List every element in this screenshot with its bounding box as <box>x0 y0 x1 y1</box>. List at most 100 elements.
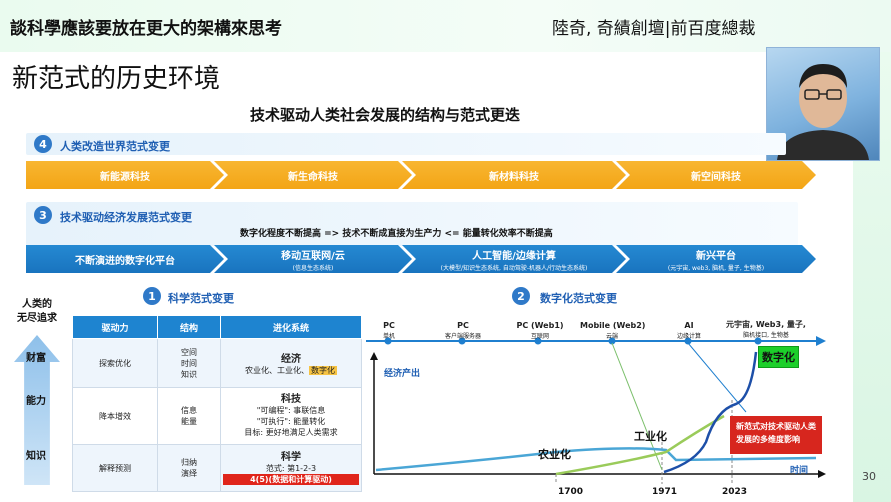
chevron-label: 人工智能/边缘计算 <box>472 250 556 262</box>
connector-line <box>611 342 663 471</box>
era-sub: 客户端服务器 <box>444 333 481 340</box>
era-label-pc-client: PC 客户端服务器 <box>432 321 494 340</box>
chevron-sublabel: (大模型/知识生态系统, 自动驾驶-机器人/行动生态系统) <box>440 264 588 272</box>
section-3-note: 数字化程度不断提高 => 技术不断成直接为生产力 <= 能量转化效率不断提高 <box>240 229 553 239</box>
evolution-main: 科技 <box>281 394 301 405</box>
chevron-new-life: 新生命科技 <box>214 161 412 189</box>
header-title: 談科學應該要放在更大的架構來思考 <box>10 19 282 39</box>
chevron-label: 新空间科技 <box>691 171 741 183</box>
series-label-agriculture: 农业化 <box>538 448 571 461</box>
diagram-title: 技术驱动人类社会发展的结构与范式更迭 <box>249 106 520 124</box>
chevron-new-materials: 新材料科技 <box>402 161 626 189</box>
section-2-title: 数字化范式变更 <box>540 292 617 305</box>
header-author: 陸奇, 奇績創壇|前百度總裁 <box>552 19 756 39</box>
side-word-knowledge: 知识 <box>26 451 46 462</box>
structure-item: 演绎 <box>181 469 197 478</box>
chevron-label: 新材料科技 <box>489 171 539 183</box>
column-header: 进化系统 <box>220 315 362 339</box>
era-label-web1: PC (Web1) 互联网 <box>512 321 568 340</box>
era-name: PC (Web1) <box>516 321 564 330</box>
evolution-line: "可编程": 事联信息 <box>256 406 326 415</box>
section-4-number: 4 <box>34 135 52 153</box>
evolution-line: 农业化、工业化、 <box>245 366 309 375</box>
section-4-title: 人类改造世界范式变更 <box>60 140 170 153</box>
digital-curve <box>663 351 758 474</box>
section-3-title: 技术驱动经济发展范式变更 <box>60 211 192 224</box>
chevron-label: 新生命科技 <box>288 171 338 183</box>
structure-cell: 归纳 演绎 <box>157 444 221 492</box>
era-name: PC <box>457 321 469 330</box>
column-header: 结构 <box>157 315 221 339</box>
era-name: Mobile (Web2) <box>580 321 646 330</box>
side-title-line: 无尽追求 <box>17 313 57 324</box>
chevron-label: 新能源科技 <box>100 171 150 183</box>
structure-cell: 空间 时间 知识 <box>157 338 221 388</box>
era-timeline-arrow <box>816 336 826 346</box>
structure-item: 信息 <box>181 406 197 415</box>
structure-item: 归纳 <box>181 458 197 467</box>
era-name: 元宇宙, Web3, 量子, <box>726 320 806 329</box>
science-paradigm-table: 驱动力 结构 进化系统 探索优化 空间 时间 知识 经济 农业化、工业化、 数字化… <box>72 315 362 492</box>
chevron-sublabel: (元宇宙, web3, 脑机, 量子, 生物基) <box>667 264 765 272</box>
era-sub: 互联网 <box>530 333 549 340</box>
table-header-row: 驱动力 结构 进化系统 <box>72 315 362 339</box>
table-row: 解释预测 归纳 演绎 科学 范式: 第1-2-3 4(5)(数据和计算驱动) <box>72 444 362 492</box>
chevron-new-space: 新空间科技 <box>616 161 816 189</box>
era-name: AI <box>684 321 694 330</box>
series-label-digital: 数字化 <box>758 346 799 368</box>
era-sub: 脑机接口, 生物基 <box>743 332 789 339</box>
table-row: 降本增效 信息 能量 科技 "可编程": 事联信息 "可执行": 能量转化 目标… <box>72 387 362 445</box>
era-label-ai: AI 边缘计算 <box>664 321 714 340</box>
evolution-cell: 经济 农业化、工业化、 数字化 <box>220 338 362 388</box>
evolution-main: 科学 <box>281 451 301 463</box>
chevron-label: 新兴平台 <box>696 250 736 262</box>
evolution-highlight: 数字化 <box>309 366 337 375</box>
evolution-line: 范式: 第1-2-3 <box>265 463 317 473</box>
x-tick-1700: 1700 <box>558 487 584 497</box>
structure-cell: 信息 能量 <box>157 387 221 445</box>
structure-item: 知识 <box>181 369 197 379</box>
chevron-sublabel: (信息生态系统) <box>292 264 334 272</box>
era-label-pc: PC 单机 <box>372 321 406 340</box>
annotation-box: 新范式对技术驱动人类发展的多维度影响 <box>730 416 822 454</box>
era-name: PC <box>383 321 395 330</box>
section-3-number: 3 <box>34 206 52 224</box>
side-title: 人类的 无尽追求 <box>8 298 66 326</box>
side-word-wealth: 财富 <box>26 353 46 364</box>
era-label-web2: Mobile (Web2) 云端 <box>580 321 646 340</box>
slide-title: 新范式的历史环境 <box>12 64 221 94</box>
y-axis-arrow <box>370 352 378 360</box>
era-sub: 云端 <box>605 333 618 340</box>
structure-item: 空间 <box>181 347 197 357</box>
chart-x-label: 时间 <box>790 466 809 476</box>
evolution-cell: 科学 范式: 第1-2-3 4(5)(数据和计算驱动) <box>220 444 362 492</box>
chart-y-label: 经济产出 <box>384 369 421 379</box>
connector-line <box>687 342 747 413</box>
section-4-chevrons: 新能源科技 新生命科技 新材料科技 新空间科技 <box>26 161 816 189</box>
chevron-ai-edge: 人工智能/边缘计算 (大模型/知识生态系统, 自动驾驶-机器人/行动生态系统) <box>402 245 626 273</box>
evolution-highlight: 4(5)(数据和计算驱动) <box>223 473 359 485</box>
table-row: 探索优化 空间 时间 知识 经济 农业化、工业化、 数字化 <box>72 338 362 388</box>
driver-cell: 探索优化 <box>72 338 158 388</box>
era-sub: 边缘计算 <box>676 333 701 340</box>
chevron-label: 移动互联网/云 <box>281 250 345 262</box>
driver-cell: 降本增效 <box>72 387 158 445</box>
chevron-emerging-platform: 新兴平台 (元宇宙, web3, 脑机, 量子, 生物基) <box>616 245 816 273</box>
industry-curve <box>555 414 725 476</box>
era-sub: 单机 <box>382 333 395 340</box>
chevron-new-energy: 新能源科技 <box>26 161 224 189</box>
x-axis-arrow <box>818 470 826 478</box>
chevron-mobile-cloud: 移动互联网/云 (信息生态系统) <box>214 245 412 273</box>
page-number: 30 <box>862 470 876 483</box>
evolution-line: "可执行": 能量转化 <box>256 417 326 426</box>
evolution-line: 目标: 更好地满足人类需求 <box>244 428 338 437</box>
side-title-line: 人类的 <box>22 299 52 310</box>
section-1-number: 1 <box>143 287 161 305</box>
x-tick-1971: 1971 <box>652 487 678 497</box>
structure-item: 时间 <box>181 358 197 368</box>
section-1-title: 科学范式变更 <box>168 292 234 305</box>
era-label-emerging: 元宇宙, Web3, 量子, 脑机接口, 生物基 <box>716 320 816 339</box>
column-header: 驱动力 <box>72 315 158 339</box>
chevron-label: 不断演进的数字化平台 <box>75 255 175 267</box>
side-word-capability: 能力 <box>26 396 46 407</box>
